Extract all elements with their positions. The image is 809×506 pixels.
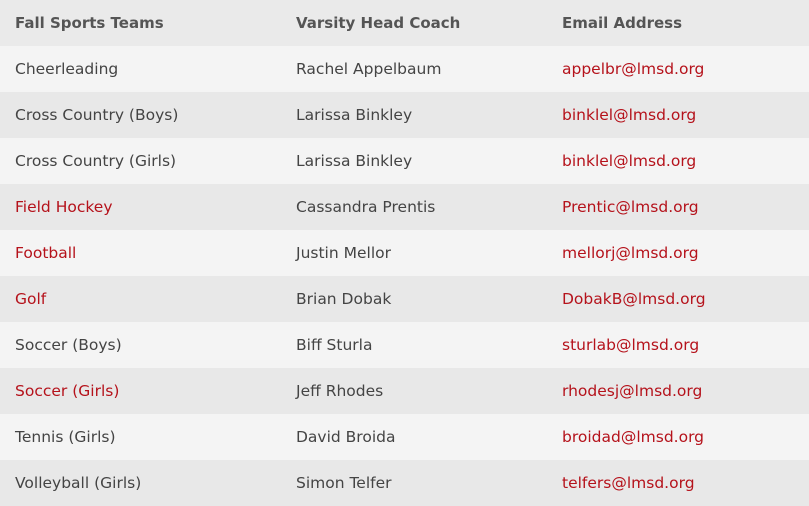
table-header-row: Fall Sports Teams Varsity Head Coach Ema…: [0, 0, 809, 46]
coach-name: Larissa Binkley: [281, 138, 547, 184]
sport-cell: Soccer (Boys): [0, 322, 281, 368]
email-cell: DobakB@lmsd.org: [547, 276, 809, 322]
email-cell: broidad@lmsd.org: [547, 414, 809, 460]
table-row: Tennis (Girls) David Broida broidad@lmsd.o…: [0, 414, 809, 460]
sport-cell: Golf: [0, 276, 281, 322]
sport-name: Soccer (Boys): [15, 336, 122, 354]
sport-cell: Tennis (Girls): [0, 414, 281, 460]
email-cell: sturlab@lmsd.org: [547, 322, 809, 368]
email-cell: rhodesj@lmsd.org: [547, 368, 809, 414]
email-cell: mellorj@lmsd.org: [547, 230, 809, 276]
email-link[interactable]: mellorj@lmsd.org: [562, 244, 699, 262]
header-varsity-head-coach: Varsity Head Coach: [281, 0, 547, 46]
header-email-address: Email Address: [547, 0, 809, 46]
sport-name: Tennis (Girls): [15, 428, 116, 446]
email-link[interactable]: appelbr@lmsd.org: [562, 60, 704, 78]
email-link[interactable]: broidad@lmsd.org: [562, 428, 704, 446]
email-cell: binklel@lmsd.org: [547, 138, 809, 184]
coach-name: Larissa Binkley: [281, 92, 547, 138]
coach-name: Cassandra Prentis: [281, 184, 547, 230]
fall-sports-coaches-table: Fall Sports Teams Varsity Head Coach Ema…: [0, 0, 809, 506]
table-row: Cross Country (Boys) Larissa Binkley binkl…: [0, 92, 809, 138]
sport-cell: Football: [0, 230, 281, 276]
coach-name: Brian Dobak: [281, 276, 547, 322]
sport-link[interactable]: Football: [15, 244, 76, 262]
table-row: Golf Brian Dobak DobakB@lmsd.org: [0, 276, 809, 322]
email-cell: telfers@lmsd.org: [547, 460, 809, 506]
coach-name: Simon Telfer: [281, 460, 547, 506]
sport-name: Cross Country (Boys): [15, 106, 179, 124]
table-row: Field Hockey Cassandra Prentis Prentic@lms…: [0, 184, 809, 230]
sport-link[interactable]: Golf: [15, 290, 46, 308]
email-link[interactable]: rhodesj@lmsd.org: [562, 382, 702, 400]
email-link[interactable]: sturlab@lmsd.org: [562, 336, 699, 354]
sport-name: Cheerleading: [15, 60, 119, 78]
header-fall-sports-teams: Fall Sports Teams: [0, 0, 281, 46]
coach-name: Justin Mellor: [281, 230, 547, 276]
email-cell: appelbr@lmsd.org: [547, 46, 809, 92]
email-link[interactable]: binklel@lmsd.org: [562, 106, 696, 124]
table-row: Volleyball (Girls) Simon Telfer telfers@lm…: [0, 460, 809, 506]
email-cell: binklel@lmsd.org: [547, 92, 809, 138]
coach-name: David Broida: [281, 414, 547, 460]
table-row: Cross Country (Girls) Larissa Binkley bink…: [0, 138, 809, 184]
email-link[interactable]: binklel@lmsd.org: [562, 152, 696, 170]
email-link[interactable]: telfers@lmsd.org: [562, 474, 695, 492]
sport-name: Cross Country (Girls): [15, 152, 177, 170]
email-link[interactable]: Prentic@lmsd.org: [562, 198, 699, 216]
sport-cell: Field Hockey: [0, 184, 281, 230]
table-row: Cheerleading Rachel Appelbaum appelbr@lmsd…: [0, 46, 809, 92]
email-cell: Prentic@lmsd.org: [547, 184, 809, 230]
sport-cell: Cross Country (Boys): [0, 92, 281, 138]
sport-link[interactable]: Soccer (Girls): [15, 382, 119, 400]
sport-cell: Cross Country (Girls): [0, 138, 281, 184]
sport-cell: Cheerleading: [0, 46, 281, 92]
sport-cell: Soccer (Girls): [0, 368, 281, 414]
sport-link[interactable]: Field Hockey: [15, 198, 113, 216]
coach-name: Biff Sturla: [281, 322, 547, 368]
coach-name: Rachel Appelbaum: [281, 46, 547, 92]
table-row: Football Justin Mellor mellorj@lmsd.org: [0, 230, 809, 276]
sport-name: Volleyball (Girls): [15, 474, 142, 492]
email-link[interactable]: DobakB@lmsd.org: [562, 290, 706, 308]
coach-name: Jeff Rhodes: [281, 368, 547, 414]
table-row: Soccer (Girls) Jeff Rhodes rhodesj@lmsd.or…: [0, 368, 809, 414]
table-row: Soccer (Boys) Biff Sturla sturlab@lmsd.org: [0, 322, 809, 368]
sport-cell: Volleyball (Girls): [0, 460, 281, 506]
